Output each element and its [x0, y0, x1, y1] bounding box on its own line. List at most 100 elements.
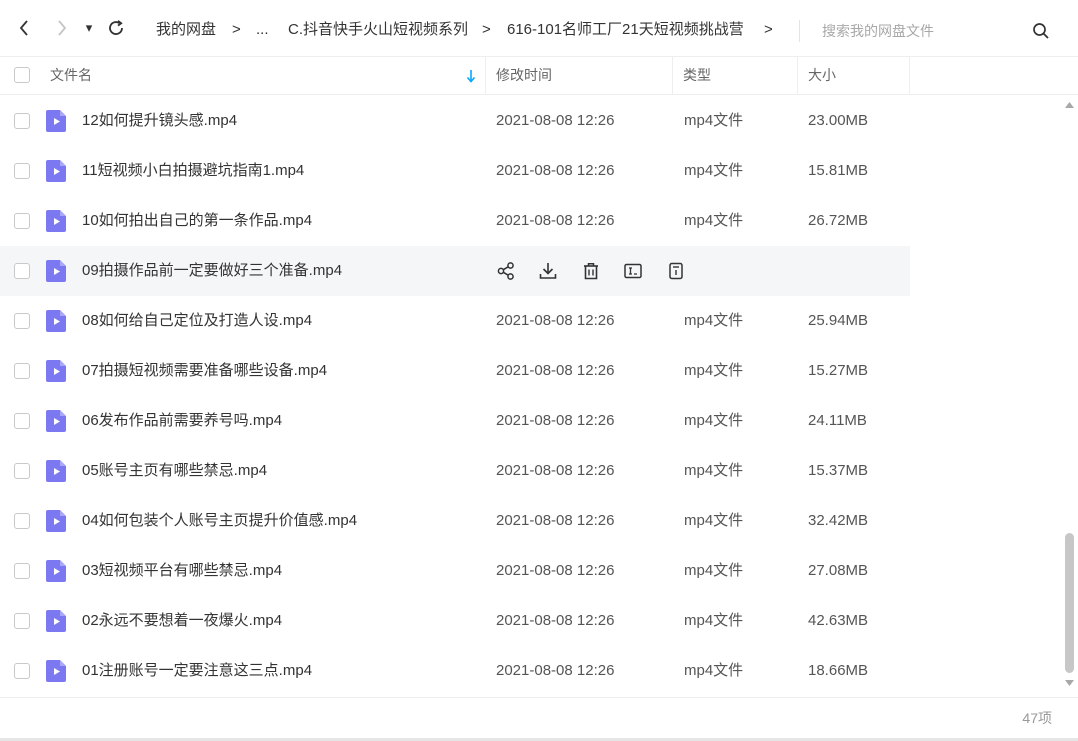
table-row[interactable]: 05账号主页有哪些禁忌.mp4 2021-08-08 12:26 mp4文件 1…	[0, 446, 1060, 496]
breadcrumb-separator: >	[482, 21, 491, 38]
file-type: mp4文件	[684, 412, 744, 429]
row-checkbox[interactable]	[14, 363, 30, 379]
more-icon	[669, 262, 683, 280]
table-row[interactable]: 02永远不要想着一夜爆火.mp4 2021-08-08 12:26 mp4文件 …	[0, 596, 1060, 646]
row-checkbox[interactable]	[14, 663, 30, 679]
table-row[interactable]: 03短视频平台有哪些禁忌.mp4 2021-08-08 12:26 mp4文件 …	[0, 546, 1060, 596]
file-type: mp4文件	[684, 312, 744, 329]
more-button[interactable]	[666, 261, 686, 281]
file-size: 24.11MB	[808, 412, 867, 429]
item-count: 47项	[1022, 710, 1052, 726]
video-file-icon	[46, 260, 66, 282]
modified-time: 2021-08-08 12:26	[496, 212, 615, 229]
file-name[interactable]: 09拍摄作品前一定要做好三个准备.mp4	[82, 261, 342, 281]
video-file-icon	[46, 660, 66, 682]
file-name[interactable]: 04如何包装个人账号主页提升价值感.mp4	[82, 511, 357, 531]
row-checkbox[interactable]	[14, 263, 30, 279]
delete-icon	[584, 263, 598, 280]
delete-button[interactable]	[581, 261, 601, 281]
file-name[interactable]: 03短视频平台有哪些禁忌.mp4	[82, 561, 282, 581]
table-header: 文件名 修改时间 类型 大小	[0, 57, 1078, 95]
row-checkbox[interactable]	[14, 313, 30, 329]
table-row[interactable]: 07拍摄短视频需要准备哪些设备.mp4 2021-08-08 12:26 mp4…	[0, 346, 1060, 396]
file-name[interactable]: 08如何给自己定位及打造人设.mp4	[82, 311, 312, 331]
search-icon	[1033, 23, 1049, 39]
row-checkbox[interactable]	[14, 513, 30, 529]
row-checkbox[interactable]	[14, 213, 30, 229]
table-row[interactable]: 06发布作品前需要养号吗.mp4 2021-08-08 12:26 mp4文件 …	[0, 396, 1060, 446]
divider	[0, 697, 1078, 698]
scrollbar-thumb[interactable]	[1065, 533, 1074, 673]
breadcrumb-separator: >	[232, 21, 241, 38]
breadcrumb-item-ellipsis[interactable]: ...	[256, 20, 269, 40]
column-divider	[909, 57, 910, 94]
breadcrumb-item-my-disk[interactable]: 我的网盘	[156, 20, 216, 40]
chevron-right-icon	[58, 20, 67, 36]
column-divider	[797, 57, 798, 94]
file-type: mp4文件	[684, 112, 744, 129]
file-name[interactable]: 01注册账号一定要注意这三点.mp4	[82, 661, 312, 681]
file-name[interactable]: 11短视频小白拍摄避坑指南1.mp4	[82, 161, 304, 181]
video-file-icon	[46, 560, 66, 582]
row-checkbox[interactable]	[14, 413, 30, 429]
back-button[interactable]	[14, 18, 34, 38]
file-name[interactable]: 10如何拍出自己的第一条作品.mp4	[82, 211, 312, 231]
column-header-type[interactable]: 类型	[683, 57, 711, 95]
rename-button[interactable]	[623, 261, 643, 281]
file-name[interactable]: 02永远不要想着一夜爆火.mp4	[82, 611, 282, 631]
row-checkbox[interactable]	[14, 463, 30, 479]
file-size: 26.72MB	[808, 212, 869, 229]
table-row[interactable]: 12如何提升镜头感.mp4 2021-08-08 12:26 mp4文件 23.…	[0, 96, 1060, 146]
video-file-icon	[46, 160, 66, 182]
search-button[interactable]	[1032, 22, 1052, 42]
file-size: 15.37MB	[808, 462, 869, 479]
share-button[interactable]	[496, 261, 516, 281]
breadcrumb-item-current-folder[interactable]: 616-101名师工厂21天短视频挑战营	[507, 20, 744, 40]
file-size: 42.63MB	[808, 612, 869, 629]
row-checkbox[interactable]	[14, 163, 30, 179]
chevron-left-icon	[19, 20, 28, 36]
history-dropdown-button[interactable]: ▾	[82, 18, 96, 38]
sort-arrow-icon[interactable]	[466, 69, 476, 83]
modified-time: 2021-08-08 12:26	[496, 362, 615, 379]
scroll-down-arrow-icon[interactable]	[1064, 678, 1075, 688]
file-name[interactable]: 06发布作品前需要养号吗.mp4	[82, 411, 282, 431]
table-row[interactable]: 01注册账号一定要注意这三点.mp4 2021-08-08 12:26 mp4文…	[0, 646, 1060, 696]
file-size: 18.66MB	[808, 662, 869, 679]
forward-button[interactable]	[52, 18, 72, 38]
video-file-icon	[46, 360, 66, 382]
table-row[interactable]: 10如何拍出自己的第一条作品.mp4 2021-08-08 12:26 mp4文…	[0, 196, 1060, 246]
modified-time: 2021-08-08 12:26	[496, 462, 615, 479]
row-checkbox[interactable]	[14, 563, 30, 579]
breadcrumb-item-series[interactable]: C.抖音快手火山短视频系列	[288, 20, 468, 40]
download-button[interactable]	[538, 261, 558, 281]
scroll-up-arrow-icon[interactable]	[1064, 100, 1075, 110]
file-type: mp4文件	[684, 512, 744, 529]
column-header-size[interactable]: 大小	[808, 57, 836, 95]
modified-time: 2021-08-08 12:26	[496, 112, 615, 129]
table-row-hovered[interactable]: 09拍摄作品前一定要做好三个准备.mp4	[0, 246, 910, 296]
column-header-name[interactable]: 文件名	[50, 57, 92, 95]
file-type: mp4文件	[684, 462, 744, 479]
column-header-modified[interactable]: 修改时间	[496, 57, 552, 95]
share-icon	[497, 262, 514, 280]
caret-down-icon: ▾	[85, 20, 93, 35]
file-type: mp4文件	[684, 212, 744, 229]
video-file-icon	[46, 110, 66, 132]
file-name[interactable]: 05账号主页有哪些禁忌.mp4	[82, 461, 267, 481]
modified-time: 2021-08-08 12:26	[496, 412, 615, 429]
file-name[interactable]: 12如何提升镜头感.mp4	[82, 111, 237, 131]
table-row[interactable]: 11短视频小白拍摄避坑指南1.mp4 2021-08-08 12:26 mp4文…	[0, 146, 1060, 196]
column-divider	[485, 57, 486, 94]
file-type: mp4文件	[684, 162, 744, 179]
select-all-checkbox[interactable]	[14, 67, 30, 83]
row-checkbox[interactable]	[14, 113, 30, 129]
table-row[interactable]: 08如何给自己定位及打造人设.mp4 2021-08-08 12:26 mp4文…	[0, 296, 1060, 346]
file-name[interactable]: 07拍摄短视频需要准备哪些设备.mp4	[82, 361, 327, 381]
refresh-button[interactable]	[106, 18, 126, 38]
file-type: mp4文件	[684, 612, 744, 629]
search-input[interactable]	[812, 17, 1012, 45]
table-row[interactable]: 04如何包装个人账号主页提升价值感.mp4 2021-08-08 12:26 m…	[0, 496, 1060, 546]
file-size: 25.94MB	[808, 312, 869, 329]
row-checkbox[interactable]	[14, 613, 30, 629]
